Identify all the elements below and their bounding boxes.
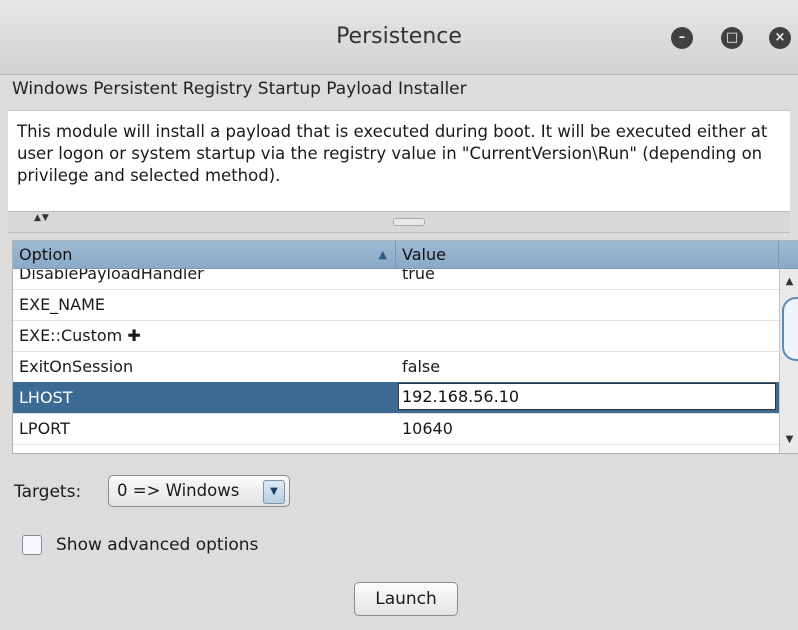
option-value[interactable]: false [396,351,779,382]
splitter-arrows-icon[interactable]: ▲▼ [34,213,50,223]
targets-selected-value: 0 => Windows [117,481,240,500]
table-row[interactable]: LPORT 10640 [13,413,779,445]
option-name: EXE::Custom [19,326,123,345]
targets-label: Targets: [14,482,82,502]
lhost-value-input[interactable] [398,383,776,410]
option-value[interactable]: true [396,269,779,289]
close-icon[interactable]: × [769,27,791,49]
scroll-up-icon[interactable]: ▲ [780,273,798,291]
options-table: Option ▲ Value DisablePayloadHandler tru… [12,240,798,454]
table-header: Option ▲ Value [13,241,798,269]
option-name-group: EXE::Custom ✚ [13,320,396,351]
title-bar[interactable]: Persistence – □ × [0,0,798,75]
column-header-option[interactable]: Option ▲ [13,241,396,268]
column-header-option-label: Option [19,245,73,264]
option-value[interactable] [396,289,779,320]
table-scrollbar[interactable]: ▲ ▼ [779,269,798,453]
option-name: DisablePayloadHandler [19,269,204,283]
table-row[interactable]: EXE::Custom ✚ [13,320,779,352]
sort-ascending-icon: ▲ [378,248,387,261]
dropdown-arrow-icon[interactable]: ▼ [263,480,285,504]
table-row-selected[interactable]: LHOST [13,382,779,414]
scroll-down-icon[interactable]: ▼ [780,431,798,449]
module-description: This module will install a payload that … [17,122,768,185]
table-row[interactable]: DisablePayloadHandler true [13,269,779,290]
description-panel: This module will install a payload that … [8,110,790,211]
advanced-options-label[interactable]: Show advanced options [56,531,258,559]
panel-splitter[interactable]: ▲▼ [8,211,790,233]
option-name: LHOST [13,382,396,413]
option-name: EXE_NAME [19,295,106,314]
option-value[interactable] [396,320,779,351]
option-name: LPORT [19,419,70,438]
minimize-icon[interactable]: – [671,27,693,49]
scrollbar-thumb[interactable] [782,297,798,361]
expand-plus-icon[interactable]: ✚ [127,326,140,345]
advanced-options-checkbox[interactable] [22,535,42,555]
launch-button[interactable]: Launch [354,582,458,616]
maximize-icon[interactable]: □ [721,27,743,49]
module-name: Windows Persistent Registry Startup Payl… [12,79,467,99]
column-header-value[interactable]: Value [396,241,779,268]
table-row[interactable]: EXE_NAME [13,289,779,321]
option-name: ExitOnSession [19,357,134,376]
splitter-grip[interactable] [393,218,425,226]
targets-select[interactable]: 0 => Windows ▼ [108,475,290,507]
persistence-window: Persistence – □ × Windows Persistent Reg… [0,0,798,630]
table-body: DisablePayloadHandler true EXE_NAME EXE:… [13,269,779,453]
table-row[interactable]: ExitOnSession false [13,351,779,383]
option-value[interactable]: 10640 [396,413,779,444]
